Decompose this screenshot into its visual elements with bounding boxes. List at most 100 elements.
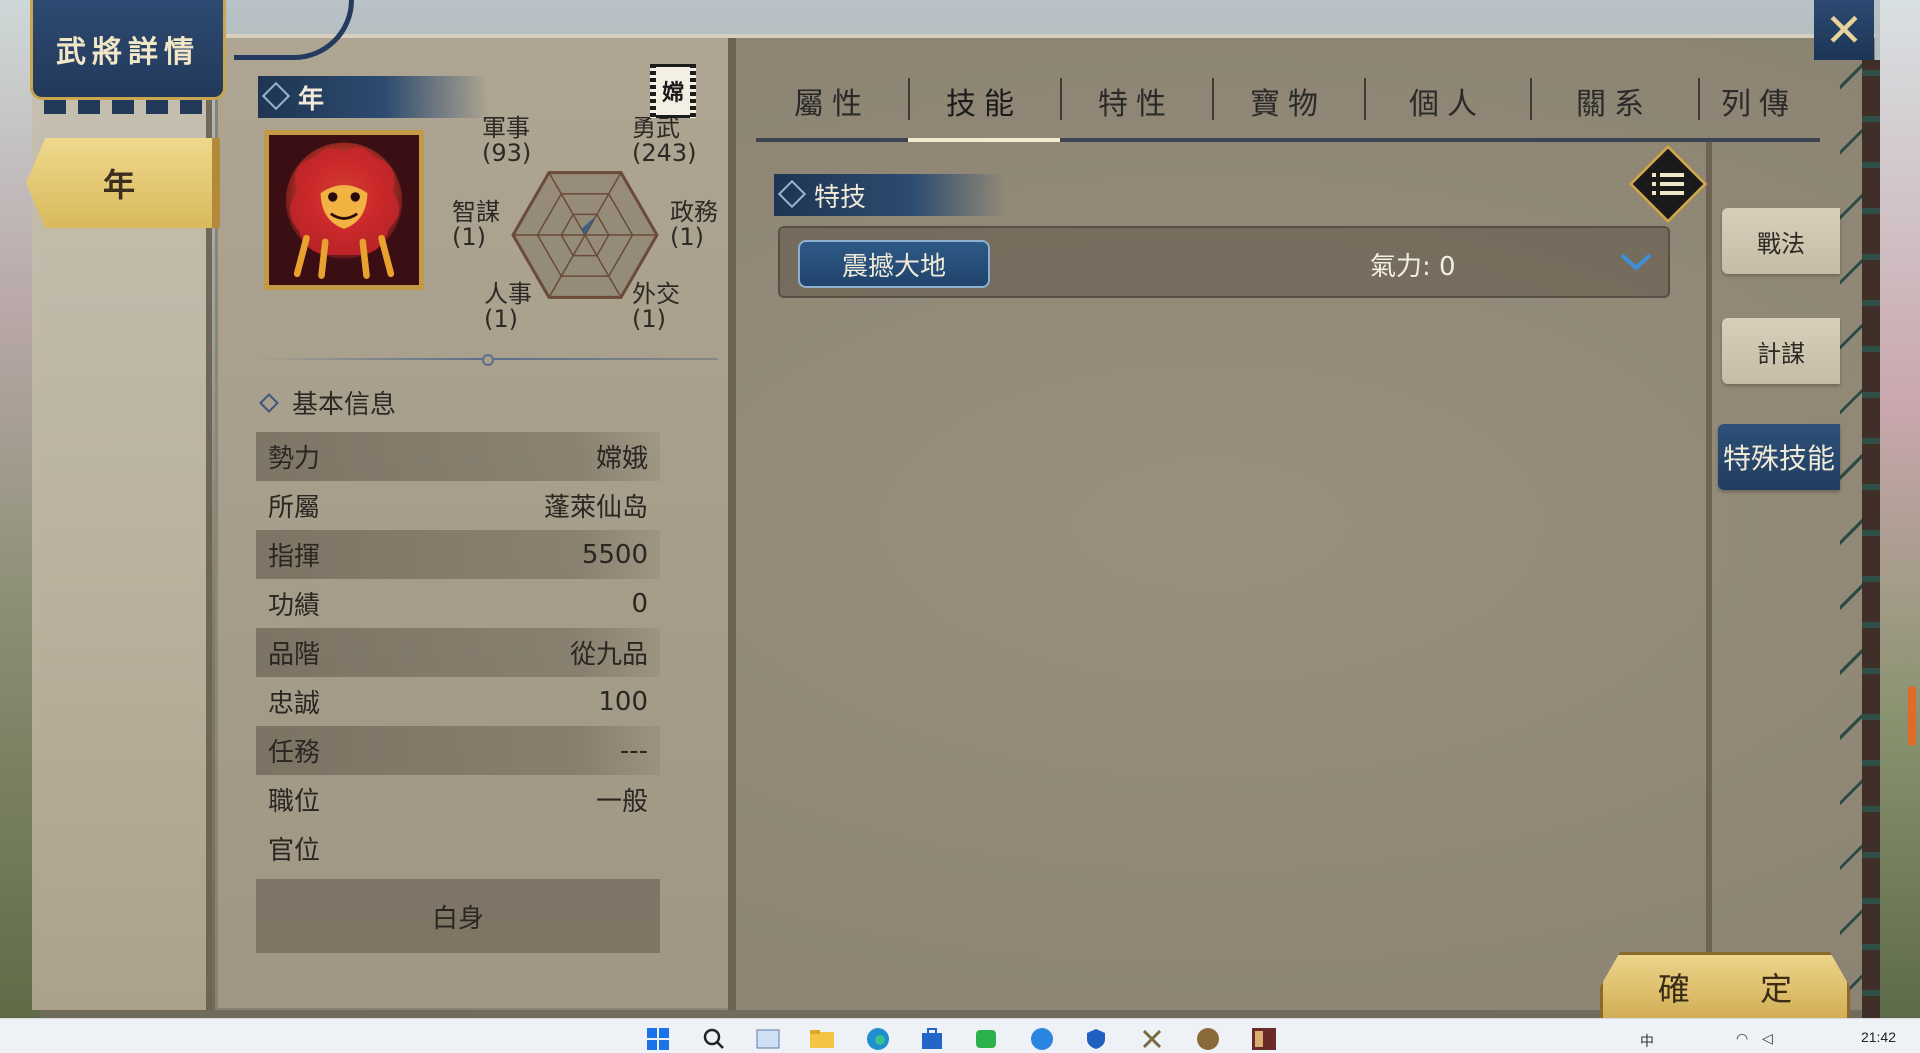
tab-relations[interactable]: 關系: [1530, 64, 1698, 138]
background-right: [1880, 0, 1920, 1020]
skill-row[interactable]: 震撼大地 氣力: 0: [778, 226, 1670, 298]
stat-military: 軍事 (93): [482, 114, 532, 168]
confirm-button[interactable]: 確 定: [1600, 952, 1850, 1022]
info-row-loyalty: 忠誠 100: [256, 677, 660, 726]
info-label: 功績: [268, 591, 321, 621]
info-label: 所屬: [268, 493, 321, 523]
close-icon: ✕: [1824, 3, 1864, 57]
info-value: 一般: [595, 787, 648, 817]
info-label: 勢力: [268, 444, 321, 474]
stat-personnel-value: (1): [484, 305, 518, 334]
stat-personnel-label: 人事: [484, 280, 532, 308]
window-title: 武將詳情: [56, 34, 200, 70]
tab-skills[interactable]: 技能: [908, 64, 1060, 142]
rope-decoration: [1840, 60, 1864, 1020]
info-row-official-rank: 官位: [256, 824, 660, 873]
info-label: 職位: [268, 787, 321, 817]
diamond-icon: [259, 392, 279, 413]
side-tab-label: 計謀: [1757, 339, 1805, 368]
info-value: 從九品: [569, 640, 648, 670]
scroll-indicator[interactable]: [1908, 686, 1916, 746]
tab-biography[interactable]: 列傳: [1698, 64, 1820, 138]
stat-valor: 勇武 (243): [632, 114, 697, 168]
security-shield-icon[interactable]: [1082, 1025, 1110, 1053]
info-value: 嫦娥: [595, 444, 648, 474]
official-rank-box: 白身: [256, 879, 660, 953]
game-sword-icon[interactable]: [1138, 1025, 1166, 1053]
info-label: 任務: [268, 738, 321, 768]
tab-label: 技能: [946, 87, 1022, 122]
stat-military-value: (93): [482, 139, 532, 168]
edge-browser-icon[interactable]: [864, 1025, 892, 1053]
widgets-icon[interactable]: [754, 1025, 782, 1053]
list-icon[interactable]: [1652, 166, 1684, 202]
clock: 21:42: [1860, 1029, 1896, 1045]
input-method-indicator[interactable]: 中: [1640, 1031, 1654, 1051]
skill-name-chip[interactable]: 震撼大地: [798, 240, 990, 288]
side-tab-schemes[interactable]: 計謀: [1722, 318, 1840, 384]
search-icon[interactable]: [700, 1025, 728, 1053]
hero-name: 年: [298, 84, 325, 115]
basic-info-title-label: 基本信息: [292, 390, 397, 420]
hero-portrait: [264, 130, 424, 290]
wifi-icon[interactable]: ◠: [1736, 1031, 1748, 1047]
side-tab-label: 戰法: [1757, 229, 1805, 258]
stat-valor-value: (243): [632, 139, 697, 168]
tab-personal[interactable]: 個人: [1364, 64, 1530, 138]
info-value: 蓬萊仙岛: [543, 493, 648, 523]
info-row-rank: 品階 從九品: [256, 628, 660, 677]
info-row-position: 職位 一般: [256, 775, 660, 824]
side-tab-special-skills[interactable]: 特殊技能: [1718, 424, 1840, 490]
info-label: 指揮: [268, 542, 321, 572]
scroll-edge-decoration: [1862, 60, 1880, 1020]
window-title-banner: 武將詳情: [30, 0, 226, 100]
info-label: 忠誠: [268, 689, 321, 719]
info-value: 100: [598, 686, 648, 717]
info-label: 官位: [268, 836, 321, 866]
hero-name-tab-label: 年: [102, 166, 135, 204]
stat-strategy-value: (1): [452, 223, 486, 252]
side-tab-label: 特殊技能: [1722, 442, 1835, 475]
browser-icon[interactable]: [1028, 1025, 1056, 1053]
stat-military-label: 軍事: [482, 114, 530, 142]
tab-attributes[interactable]: 屬性: [756, 64, 908, 138]
tab-treasures[interactable]: 寶物: [1212, 64, 1364, 138]
close-button[interactable]: ✕: [1814, 0, 1874, 60]
special-skill-header: 特技: [774, 174, 1004, 216]
hero-name-tab[interactable]: 年: [26, 138, 220, 228]
stat-diplomacy-label: 外交: [632, 280, 680, 308]
stat-diplomacy-value: (1): [632, 305, 666, 334]
tab-label: 屬性: [794, 87, 870, 122]
skill-energy: 氣力: 0: [1370, 252, 1456, 282]
stat-valor-label: 勇武: [632, 114, 680, 142]
start-icon[interactable]: [644, 1025, 672, 1053]
info-row-faction: 勢力 嫦娥: [256, 432, 660, 481]
stat-personnel: 人事 (1): [484, 280, 532, 334]
file-explorer-icon[interactable]: [808, 1025, 836, 1053]
chevron-down-icon[interactable]: [1620, 248, 1652, 276]
info-value: 5500: [581, 539, 648, 570]
stat-diplomacy: 外交 (1): [632, 280, 680, 334]
game-app-icon[interactable]: [1194, 1025, 1222, 1053]
stat-politics-value: (1): [670, 223, 704, 252]
active-game-icon[interactable]: [1250, 1025, 1278, 1053]
stat-strategy: 智謀 (1): [452, 198, 500, 252]
tab-label: 寶物: [1250, 87, 1326, 122]
volume-icon[interactable]: ◁: [1762, 1031, 1773, 1047]
right-divider: [1706, 140, 1712, 1010]
stat-strategy-label: 智謀: [452, 198, 500, 226]
skill-name: 震撼大地: [841, 251, 946, 282]
info-row-command: 指揮 5500: [256, 530, 660, 579]
diamond-icon: [777, 179, 807, 209]
tab-label: 關系: [1576, 87, 1652, 122]
red-lion-beast-icon: [269, 135, 419, 285]
stats-hexagon-chart: 軍事 (93) 勇武 (243) 智謀 (1) 政務 (1) 人事 (1) 外交…: [440, 110, 730, 360]
tab-traits[interactable]: 特性: [1060, 64, 1212, 138]
info-row-affiliation: 所屬 蓬萊仙岛: [256, 481, 660, 530]
wechat-icon[interactable]: [972, 1025, 1000, 1053]
basic-info-title: 基本信息: [259, 384, 397, 421]
side-tab-tactics[interactable]: 戰法: [1722, 208, 1840, 274]
info-row-mission: 任務 ---: [256, 726, 660, 775]
special-skill-title: 特技: [814, 182, 867, 213]
store-icon[interactable]: [918, 1025, 946, 1053]
